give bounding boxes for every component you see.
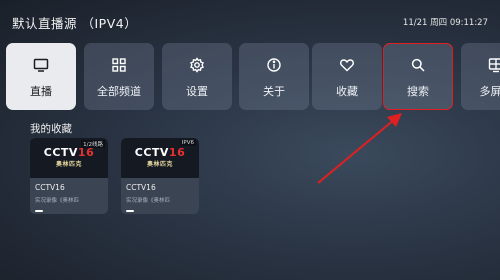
ipv6-badge: IPV6: [179, 140, 196, 146]
card-title: CCTV16: [35, 183, 65, 192]
channel-logo: IPV6 CCTV16 奥林匹克: [121, 138, 199, 178]
favorites-heading: 我的收藏: [30, 123, 72, 135]
favorite-card[interactable]: IPV6 CCTV16 奥林匹克 CCTV16 实况录像《奥林匹: [121, 138, 199, 214]
progress-bar: [35, 210, 43, 212]
card-program: 实况录像《奥林匹: [126, 198, 171, 204]
card-title: CCTV16: [126, 183, 156, 192]
progress-bar: [126, 210, 134, 212]
card-program: 实况录像《奥林匹: [35, 198, 80, 204]
favorite-card[interactable]: 1/2线路 CCTV16 奥林匹克 CCTV16 实况录像《奥林匹: [30, 138, 108, 214]
line-badge: 1/2线路: [81, 140, 105, 148]
channel-logo: 1/2线路 CCTV16 奥林匹克: [30, 138, 108, 178]
